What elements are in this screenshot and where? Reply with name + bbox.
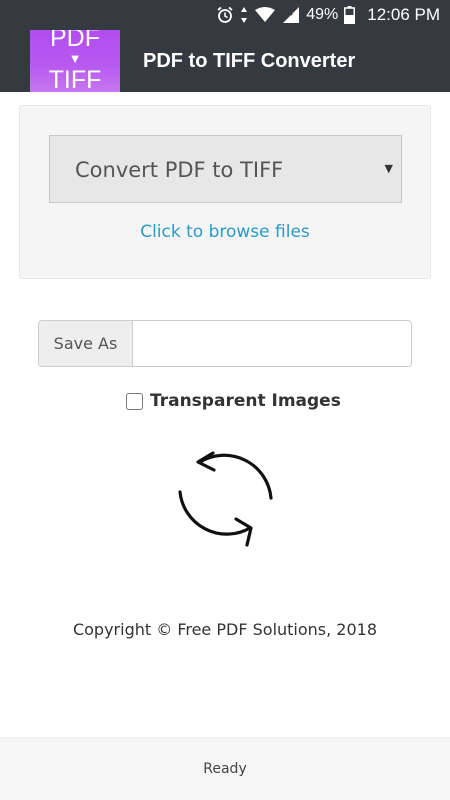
transparent-images-label[interactable]: Transparent Images (150, 391, 341, 411)
dropdown-caret-icon: ▼ (384, 162, 393, 175)
save-as-input[interactable] (133, 321, 411, 366)
cell-signal-icon (282, 6, 300, 24)
app-bar: PDF ▼ TIFF PDF to TIFF Converter (0, 30, 450, 92)
transparent-images-checkbox[interactable] (126, 392, 143, 410)
transparent-images-option: Transparent Images (126, 388, 341, 414)
status-bar: 49% 12:06 PM (0, 0, 450, 30)
conversion-type-value: Convert PDF to TIFF (75, 158, 284, 182)
app-logo: PDF ▼ TIFF (30, 30, 120, 92)
logo-arrow-icon: ▼ (68, 51, 82, 66)
status-footer: Ready (0, 737, 450, 800)
clock-time: 12:06 PM (367, 5, 440, 24)
save-as-group: Save As (38, 320, 412, 367)
alarm-icon (216, 6, 234, 24)
battery-percent: 49% (306, 6, 339, 23)
conversion-type-select[interactable]: Convert PDF to TIFF ▼ (49, 135, 402, 203)
convert-sync-icon[interactable] (170, 436, 280, 552)
logo-text-pdf: PDF (50, 30, 100, 52)
battery-icon (344, 6, 356, 24)
app-title: PDF to TIFF Converter (143, 50, 356, 72)
copyright-text: Copyright © Free PDF Solutions, 2018 (72, 620, 378, 639)
logo-text-tiff: TIFF (48, 66, 102, 92)
upload-panel: Convert PDF to TIFF ▼ Click to browse fi… (19, 105, 431, 279)
save-as-label: Save As (39, 321, 133, 366)
data-arrows-icon (240, 6, 248, 24)
wifi-icon (254, 7, 276, 23)
status-text: Ready (203, 761, 247, 777)
browse-files-link[interactable]: Click to browse files (20, 220, 430, 244)
